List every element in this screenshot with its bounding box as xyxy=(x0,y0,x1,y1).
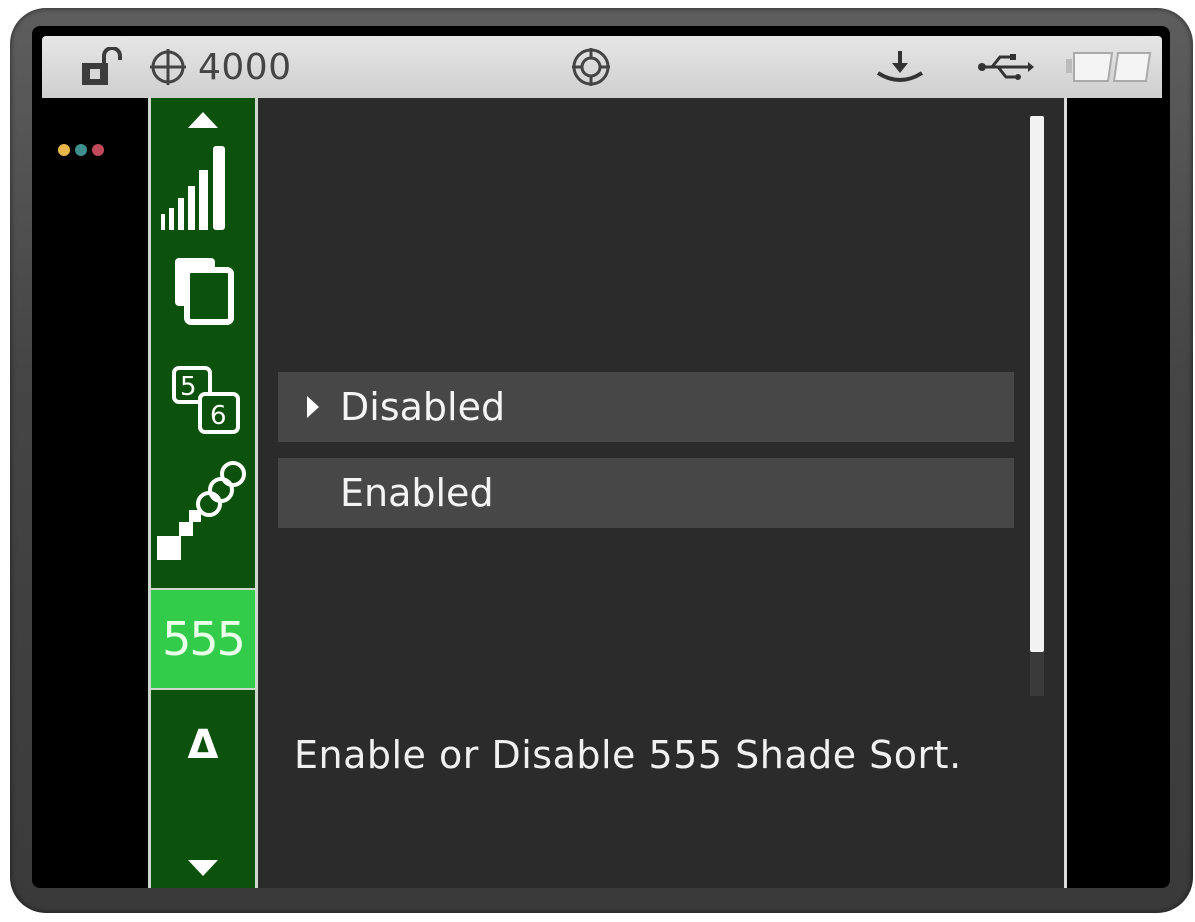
panel-right-border xyxy=(1064,98,1067,888)
sidebar: 5 6 555 Δ xyxy=(148,98,258,888)
delta-item[interactable]: Δ xyxy=(151,710,255,780)
indicator-dot-yellow xyxy=(58,144,70,156)
signal-bars-icon[interactable] xyxy=(151,138,255,238)
status-bar: 4000 xyxy=(42,36,1162,98)
scroll-up-icon[interactable] xyxy=(151,106,255,134)
555-item[interactable]: 555 xyxy=(151,588,255,690)
indicator-dot-red xyxy=(92,144,104,156)
svg-text:5: 5 xyxy=(180,372,197,402)
option-enabled[interactable]: Enabled xyxy=(278,458,1014,528)
unlock-icon xyxy=(80,36,126,98)
option-label: Enabled xyxy=(340,471,494,515)
usb-icon xyxy=(976,36,1034,98)
scroll-down-icon[interactable] xyxy=(151,854,255,882)
calibration-icon xyxy=(874,36,926,98)
help-text: Enable or Disable 555 Shade Sort. xyxy=(294,733,962,777)
indicator-dot-teal xyxy=(75,144,87,156)
copy-pages-icon[interactable] xyxy=(151,246,255,330)
reading-value: 4000 xyxy=(198,46,292,88)
target-icon[interactable] xyxy=(570,36,612,98)
indicator-dots xyxy=(58,144,104,156)
scrollbar-thumb[interactable] xyxy=(1030,116,1044,652)
option-label: Disabled xyxy=(340,385,506,429)
scatter-squares-icon[interactable] xyxy=(151,458,255,568)
svg-text:6: 6 xyxy=(210,401,227,431)
option-disabled[interactable]: Disabled xyxy=(278,372,1014,442)
battery-icon xyxy=(1066,36,1154,98)
numbers-5-6-icon[interactable]: 5 6 xyxy=(151,360,255,444)
selected-arrow-icon xyxy=(292,394,334,420)
device-screen: 4000 5 6 555 Δ Disabled Enabled Enable o… xyxy=(32,26,1170,888)
crosshair-icon xyxy=(148,36,188,98)
